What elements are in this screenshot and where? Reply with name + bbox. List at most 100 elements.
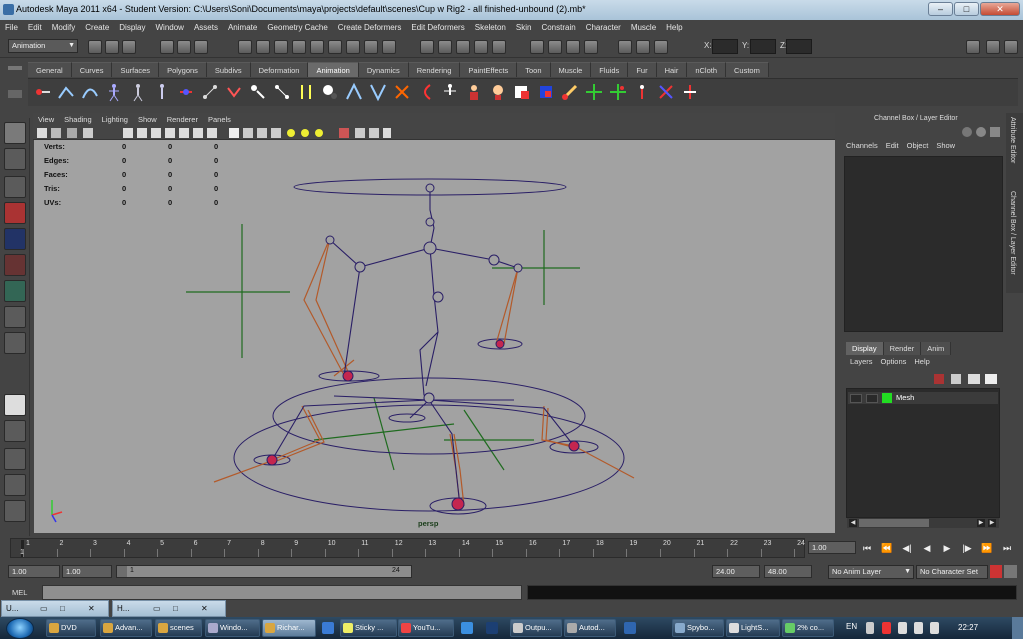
viewport-menu-shading[interactable]: Shading xyxy=(59,113,97,126)
manipulator-tool-icon[interactable] xyxy=(4,280,26,302)
hypershade-persp-layout-icon[interactable] xyxy=(4,500,26,522)
taskbar-clock[interactable]: 22:27 xyxy=(958,623,978,632)
bind-skin-icon[interactable] xyxy=(200,82,220,102)
make-live-icon[interactable] xyxy=(492,40,506,54)
wrap-deformer-icon[interactable] xyxy=(536,82,556,102)
taskbar-item-sticky[interactable]: Sticky ... xyxy=(340,619,397,637)
nonlinear-bend-icon[interactable] xyxy=(416,82,436,102)
animation-preferences-icon[interactable] xyxy=(1004,565,1017,578)
select-deformations-icon[interactable] xyxy=(310,40,324,54)
shelf-tab-subdivs[interactable]: Subdivs xyxy=(206,62,251,77)
shelf-tab-deformation[interactable]: Deformation xyxy=(250,62,309,77)
maximize-button[interactable]: □ xyxy=(954,2,979,16)
menu-modify[interactable]: Modify xyxy=(47,20,81,36)
close-icon[interactable]: ✕ xyxy=(201,601,208,616)
taskbar-item-dvd[interactable]: DVD xyxy=(46,619,96,637)
step-back-frame-icon[interactable]: ◀| xyxy=(900,542,914,554)
viewport-menu-renderer[interactable]: Renderer xyxy=(162,113,203,126)
ipr-render-icon[interactable] xyxy=(584,40,598,54)
select-joints-icon[interactable] xyxy=(256,40,270,54)
scroll-right-icon[interactable]: ▶ xyxy=(977,519,985,527)
scroll-thumb[interactable] xyxy=(859,519,929,527)
internet-explorer-icon[interactable] xyxy=(461,622,473,634)
auto-key-icon[interactable] xyxy=(990,565,1002,578)
go-to-start-icon[interactable]: ⏮ xyxy=(860,542,874,554)
play-backward-icon[interactable]: ◀ xyxy=(920,542,934,554)
step-forward-key-icon[interactable]: ⏩ xyxy=(980,542,994,554)
viewport-menu-show[interactable]: Show xyxy=(133,113,162,126)
go-to-end-icon[interactable]: ⏭ xyxy=(1000,542,1014,554)
menu-geometry-cache[interactable]: Geometry Cache xyxy=(262,20,332,36)
menu-create-deformers[interactable]: Create Deformers xyxy=(333,20,407,36)
minimize-button[interactable]: – xyxy=(928,2,953,16)
channel-box-layout-icon[interactable] xyxy=(990,127,1000,137)
ik-handle-icon[interactable] xyxy=(56,82,76,102)
taskbar-item-youtube[interactable]: YouTu... xyxy=(398,619,454,637)
human-ik-icon[interactable] xyxy=(440,82,460,102)
shelf-tab-fur[interactable]: Fur xyxy=(628,62,657,77)
ik-chain-icon[interactable] xyxy=(368,82,388,102)
new-layer-icon[interactable] xyxy=(968,374,980,384)
persp-outliner-layout-icon[interactable] xyxy=(4,448,26,470)
animation-end-field[interactable]: 48.00 xyxy=(764,565,812,578)
scroll-end-icon[interactable]: ▶ xyxy=(988,519,996,527)
select-rendering-icon[interactable] xyxy=(346,40,360,54)
soft-mod-tool-icon[interactable] xyxy=(4,306,26,328)
paint-weights-icon[interactable] xyxy=(560,82,580,102)
playback-start-field[interactable]: 1.00 xyxy=(62,565,112,578)
render-settings-icon[interactable] xyxy=(618,40,632,54)
paint-select-tool-icon[interactable] xyxy=(4,176,26,198)
current-time-field[interactable]: 1.00 xyxy=(808,541,856,554)
menu-constrain[interactable]: Constrain xyxy=(536,20,580,36)
new-scene-icon[interactable] xyxy=(88,40,102,54)
shelf-tab-animation[interactable]: Animation xyxy=(308,62,359,77)
snap-point-icon[interactable] xyxy=(456,40,470,54)
viewport-menu-view[interactable]: View xyxy=(33,113,59,126)
channel-box-menu-object[interactable]: Object xyxy=(903,141,933,150)
time-slider[interactable]: 1 2 3 4 5 6 7 8 9 10 11 12 13 14 15 16 17 18 19 20 21 22 23 24 xyxy=(10,538,805,558)
rotate-tool-icon[interactable] xyxy=(4,228,26,250)
shelf-tab-hair[interactable]: Hair xyxy=(656,62,688,77)
playback-end-field[interactable]: 24.00 xyxy=(712,565,760,578)
taskbar-item-scenes[interactable]: scenes xyxy=(155,619,202,637)
x-field[interactable] xyxy=(712,39,738,54)
maximize-icon[interactable]: □ xyxy=(173,601,178,616)
taskbar-item-outpu[interactable]: Outpu... xyxy=(510,619,562,637)
save-scene-icon[interactable] xyxy=(122,40,136,54)
orient-joint-icon[interactable] xyxy=(344,82,364,102)
select-dynamics-icon[interactable] xyxy=(328,40,342,54)
minimized-window-1[interactable]: U... ▭ □ ✕ xyxy=(1,600,109,617)
remove-joint-icon[interactable] xyxy=(248,82,268,102)
shelf-tab-painteffects[interactable]: PaintEffects xyxy=(460,62,518,77)
single-perspective-layout-icon[interactable] xyxy=(4,394,26,416)
select-by-object-icon[interactable] xyxy=(177,40,191,54)
select-surfaces-icon[interactable] xyxy=(292,40,306,54)
face-rig-icon[interactable] xyxy=(488,82,508,102)
layer-row-mesh[interactable]: Mesh xyxy=(848,392,998,404)
scale-tool-icon[interactable] xyxy=(4,254,26,276)
layer-editor-scrollbar[interactable]: ◀ ▶ ▶ xyxy=(847,518,999,528)
channel-box-icon[interactable] xyxy=(962,127,972,137)
shelf-tab-ncloth[interactable]: nCloth xyxy=(687,62,727,77)
menu-set-dropdown[interactable]: Animation ▼ xyxy=(8,39,78,53)
persp-graph-layout-icon[interactable] xyxy=(4,474,26,496)
restore-icon[interactable]: ▭ xyxy=(153,601,161,616)
history-icon[interactable] xyxy=(530,40,544,54)
mel-command-input[interactable] xyxy=(42,585,522,600)
menu-help[interactable]: Help xyxy=(661,20,687,36)
menu-window[interactable]: Window xyxy=(151,20,189,36)
skype-icon[interactable] xyxy=(322,622,334,634)
show-hide-attribute-editor-icon[interactable] xyxy=(966,40,980,54)
taskbar-item-advan[interactable]: Advan... xyxy=(100,619,152,637)
channel-box-menu-channels[interactable]: Channels xyxy=(842,141,882,150)
construction-history-icon[interactable] xyxy=(548,40,562,54)
taskbar-item-lights[interactable]: LightS... xyxy=(726,619,780,637)
layer-editor-icon[interactable] xyxy=(976,127,986,137)
joint-tool-icon[interactable] xyxy=(152,82,172,102)
menu-character[interactable]: Character xyxy=(581,20,626,36)
menu-display[interactable]: Display xyxy=(114,20,150,36)
animation-start-field[interactable]: 1.00 xyxy=(8,565,60,578)
shelf-tab-general[interactable]: General xyxy=(28,62,72,77)
shelf-tab-curves[interactable]: Curves xyxy=(71,62,113,77)
show-hide-tool-settings-icon[interactable] xyxy=(986,40,1000,54)
